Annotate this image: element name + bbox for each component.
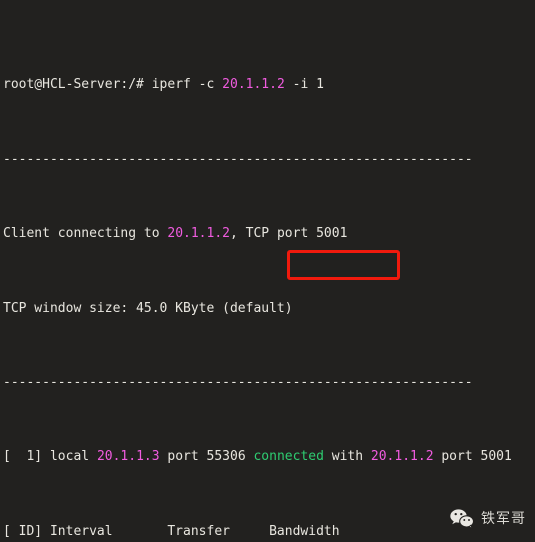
local-connection-line: [ 1] local 20.1.1.3 port 55306 connected… (3, 449, 512, 465)
watermark: 铁军哥 (449, 508, 526, 530)
tcp-window-1: TCP window size: 45.0 KByte (default) (3, 300, 293, 316)
terminal-window[interactable]: root@HCL-Server:/# iperf -c 20.1.1.2 -i … (0, 0, 535, 542)
remote-ip: 20.1.1.2 (370, 449, 434, 465)
wechat-icon (449, 508, 475, 530)
connected-status: connected (253, 449, 324, 465)
command-1-ip: 20.1.1.2 (222, 77, 285, 93)
prompt-1: root@HCL-Server:/# (3, 77, 144, 93)
watermark-text: 铁军哥 (481, 510, 526, 527)
command-1-flags: -i 1 (284, 77, 324, 93)
local-ip: 20.1.1.3 (96, 449, 160, 465)
prompt-line-1: root@HCL-Server:/# iperf -c 20.1.1.2 -i … (3, 76, 535, 95)
separator-2: ----------------------------------------… (3, 374, 473, 390)
terminal-screen: root@HCL-Server:/# iperf -c 20.1.1.2 -i … (3, 2, 535, 542)
connect-ip-1: 20.1.1.2 (167, 226, 230, 242)
separator-1: ----------------------------------------… (3, 151, 473, 167)
client-connecting-1: Client connecting to 20.1.1.2, TCP port … (3, 226, 348, 242)
command-1-program: iperf -c (151, 77, 223, 93)
